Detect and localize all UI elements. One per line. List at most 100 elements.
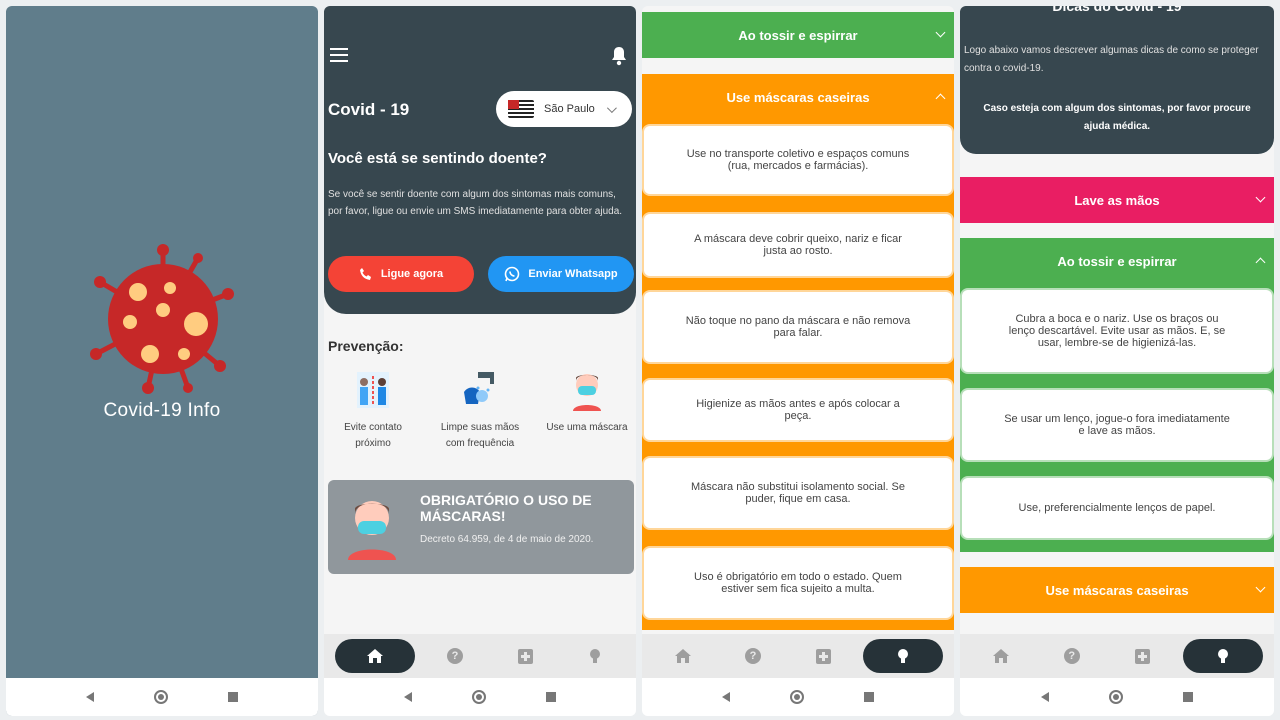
accordion-masks[interactable]: Use máscaras caseiras	[960, 567, 1274, 613]
nav-tips[interactable]	[863, 639, 943, 673]
chevron-down-icon	[935, 27, 946, 38]
recents-icon[interactable]	[228, 692, 238, 702]
question-icon: ?	[447, 648, 463, 664]
tips-header: Dicas do Covid - 19 Logo abaixo vamos de…	[960, 6, 1274, 154]
recents-icon[interactable]	[1183, 692, 1193, 702]
nav-help[interactable]: ?	[723, 639, 783, 673]
mask-notice-card: OBRIGATÓRIO O USO DE MÁSCARAS! Decreto 6…	[328, 480, 634, 574]
chevron-up-icon	[1255, 257, 1266, 268]
whatsapp-button-label: Enviar Whatsapp	[528, 268, 618, 280]
accordion-title: Use máscaras caseiras	[1045, 582, 1189, 598]
lightbulb-icon	[590, 649, 600, 663]
tips-warning: Caso esteja com algum dos sintomas, por …	[983, 103, 1251, 132]
nav-home[interactable]	[653, 639, 713, 673]
accordion-hands[interactable]: Lave as mãos	[960, 177, 1274, 223]
home-icon	[367, 649, 383, 663]
back-icon[interactable]	[1041, 692, 1049, 702]
accordion-masks-body: Use no transporte coletivo e espaços com…	[642, 120, 954, 630]
tip-card: Se usar um lenço, jogue-o fora imediatam…	[962, 390, 1272, 460]
nav-home[interactable]	[335, 639, 415, 673]
nav-help[interactable]: ?	[425, 639, 485, 673]
sick-text: Se você se sentir doente com algum dos s…	[328, 189, 623, 217]
state-select-value: São Paulo	[544, 103, 595, 115]
back-icon[interactable]	[86, 692, 94, 702]
nav-help[interactable]: ?	[1042, 639, 1102, 673]
tip-card: Uso é obrigatório em todo o estado. Quem…	[644, 548, 952, 618]
virus-logo-icon	[90, 244, 234, 394]
lightbulb-icon	[898, 649, 908, 663]
accordion-tossir[interactable]: Ao tossir e espirrar	[960, 238, 1274, 284]
bottom-nav: ?	[642, 634, 954, 678]
tips-title: Dicas do Covid - 19	[1052, 6, 1182, 14]
recents-icon[interactable]	[546, 692, 556, 702]
nav-health[interactable]	[1112, 639, 1172, 673]
home-circle-icon[interactable]	[472, 690, 486, 704]
home-screen: Covid - 19 São Paulo Você está se sentin…	[324, 6, 636, 716]
nav-tips[interactable]	[1182, 639, 1263, 673]
accordion-tossir[interactable]: Ao tossir e espirrar	[642, 12, 954, 58]
notice-title: OBRIGATÓRIO O USO DE MÁSCARAS!	[420, 492, 592, 524]
recents-icon[interactable]	[864, 692, 874, 702]
home-circle-icon[interactable]	[1109, 690, 1123, 704]
prevention-item-label: Limpe suas mãos com frequência	[440, 422, 520, 449]
nav-health[interactable]	[793, 639, 853, 673]
back-icon[interactable]	[404, 692, 412, 702]
accordion-title: Ao tossir e espirrar	[1057, 253, 1177, 269]
home-icon	[675, 649, 691, 663]
home-icon	[993, 649, 1010, 663]
whatsapp-button[interactable]: Enviar Whatsapp	[488, 256, 634, 292]
app-name: Covid-19 Info	[103, 400, 221, 421]
nav-tips[interactable]	[565, 639, 625, 673]
sao-paulo-flag-icon	[508, 100, 534, 118]
prevention-item-label: Evite contato próximo	[344, 422, 402, 449]
bottom-nav: ?	[960, 634, 1274, 678]
accordion-masks[interactable]: Use máscaras caseiras	[642, 74, 954, 120]
mask-person-icon	[573, 374, 601, 411]
system-nav-bar	[6, 678, 318, 716]
prevention-item-label: Use uma máscara	[546, 422, 628, 433]
bottom-nav: ?	[324, 634, 636, 678]
avoid-contact-icon	[357, 372, 389, 408]
accordion-tossir-body: Cubra a boca e o nariz. Use os braços ou…	[960, 284, 1274, 552]
home-circle-icon[interactable]	[790, 690, 804, 704]
accordion-title: Use máscaras caseiras	[726, 89, 870, 105]
chevron-up-icon	[935, 93, 946, 104]
back-icon[interactable]	[722, 692, 730, 702]
splash-screen: Covid-19 Info	[6, 6, 318, 716]
chevron-down-icon	[606, 102, 617, 113]
plus-icon	[517, 648, 533, 664]
wash-hands-icon	[464, 372, 494, 404]
tip-card: Máscara não substitui isolamento social.…	[644, 458, 952, 528]
home-circle-icon[interactable]	[154, 690, 168, 704]
call-button-label: Ligue agora	[380, 268, 444, 280]
nav-health[interactable]	[495, 639, 555, 673]
question-icon: ?	[1063, 648, 1080, 664]
prevention-item[interactable]: Limpe suas mãos com frequência	[435, 368, 525, 452]
phone-icon	[359, 268, 371, 280]
sick-question: Você está se sentindo doente?	[328, 150, 547, 167]
home-header: Covid - 19 São Paulo Você está se sentin…	[324, 6, 636, 314]
tip-card: Cubra a boca e o nariz. Use os braços ou…	[962, 290, 1272, 372]
notice-text: Decreto 64.959, de 4 de maio de 2020.	[420, 534, 594, 545]
lightbulb-icon	[1217, 649, 1228, 663]
tip-card: A máscara deve cobrir queixo, nariz e fi…	[644, 214, 952, 276]
mask-person-icon	[348, 501, 396, 560]
menu-icon[interactable]	[330, 48, 348, 66]
tip-card: Use, preferencialmente lenços de papel.	[962, 478, 1272, 538]
prevention-item[interactable]: Use uma máscara	[542, 368, 632, 452]
tips-description: Logo abaixo vamos descrever algumas dica…	[964, 45, 1259, 74]
tip-card: Não toque no pano da máscara e não remov…	[644, 292, 952, 362]
plus-icon	[815, 648, 831, 664]
accordion-title: Ao tossir e espirrar	[738, 27, 858, 43]
bell-icon[interactable]	[610, 46, 628, 66]
prevention-item[interactable]: Evite contato próximo	[328, 368, 418, 452]
call-button[interactable]: Ligue agora	[328, 256, 474, 292]
chevron-down-icon	[1255, 192, 1266, 203]
tip-card: Use no transporte coletivo e espaços com…	[644, 126, 952, 194]
page-title: Covid - 19	[328, 100, 410, 119]
nav-home[interactable]	[971, 639, 1031, 673]
plus-icon	[1134, 648, 1150, 664]
system-nav-bar	[324, 678, 636, 716]
whatsapp-icon	[505, 266, 520, 282]
state-select[interactable]: São Paulo	[496, 91, 632, 127]
